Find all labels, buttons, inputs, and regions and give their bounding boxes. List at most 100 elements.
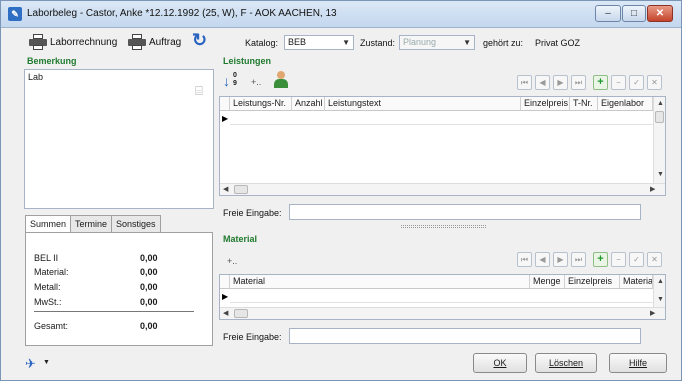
add-material-icon[interactable]: +.. <box>227 256 237 266</box>
ok-button[interactable]: OK <box>473 353 527 373</box>
zustand-select[interactable]: Planung ▼ <box>399 35 475 50</box>
grid-header[interactable]: T-Nr. <box>570 97 598 111</box>
confirm-button[interactable]: ✓ <box>629 252 644 267</box>
grid-header-corner <box>220 275 230 289</box>
sum-value: 0,00 <box>140 253 158 263</box>
katalog-select[interactable]: BEB ▼ <box>284 35 354 50</box>
cancel-button[interactable]: ✕ <box>647 252 662 267</box>
add-button[interactable]: + <box>593 252 608 267</box>
panel-splitter[interactable] <box>401 225 486 228</box>
katalog-value: BEB <box>288 37 307 47</box>
grid-header[interactable]: Einzelpreis <box>521 97 570 111</box>
scroll-down-icon[interactable]: ▼ <box>657 296 664 303</box>
gesamt-value: 0,00 <box>140 321 158 331</box>
grid-header[interactable]: Einzelpreis <box>565 275 620 289</box>
loeschen-label: Löschen <box>548 358 584 368</box>
add-button[interactable]: + <box>593 75 608 90</box>
user-icon[interactable] <box>273 71 289 89</box>
add-leistung-icon[interactable]: +.. <box>251 77 261 87</box>
sort-icon[interactable]: ↓ 0 9 <box>223 72 241 90</box>
gehoert-label: gehört zu: <box>483 38 524 48</box>
toolbar: Laborrechnung Auftrag ↻ Katalog: BEB ▼ Z… <box>1 29 681 55</box>
hilfe-button[interactable]: Hilfe <box>609 353 667 373</box>
grid-header[interactable]: Material <box>230 275 530 289</box>
grid-header[interactable]: Anzahl <box>292 97 325 111</box>
scroll-thumb[interactable] <box>234 309 248 318</box>
close-icon[interactable]: ✕ <box>647 5 673 22</box>
scroll-left-icon[interactable]: ◀ <box>223 309 228 317</box>
grid-header-corner <box>220 97 230 111</box>
scroll-right-icon[interactable]: ▶ <box>650 309 655 317</box>
leistungen-title: Leistungen <box>223 56 272 66</box>
grid-header[interactable]: Leistungs-Nr. <box>230 97 292 111</box>
minimize-icon[interactable]: – <box>595 5 621 22</box>
scroll-up-icon[interactable]: ▲ <box>657 100 664 107</box>
nav-last-button[interactable]: ⏭ <box>571 75 586 90</box>
leistungen-grid[interactable]: Leistungs-Nr. Anzahl Leistungstext Einze… <box>219 96 666 196</box>
sum-divider <box>34 311 194 312</box>
scroll-left-icon[interactable]: ◀ <box>223 185 228 193</box>
laborrechnung-button[interactable]: Laborrechnung <box>29 32 117 52</box>
nav-first-button[interactable]: ⏮ <box>517 252 532 267</box>
tab-sonstiges[interactable]: Sonstiges <box>111 215 161 233</box>
auftrag-button[interactable]: Auftrag <box>128 32 181 52</box>
ok-label: OK <box>493 358 507 368</box>
refresh-icon[interactable]: ↻ <box>192 30 207 50</box>
row-indicator-icon: ▶ <box>222 114 229 123</box>
material-grid[interactable]: Material Menge Einzelpreis Material ▶ ▲ … <box>219 274 666 320</box>
horizontal-scrollbar[interactable]: ◀ ▶ <box>220 183 665 195</box>
grid-header[interactable]: Menge <box>530 275 565 289</box>
nav-next-button[interactable]: ▶ <box>553 75 568 90</box>
remove-button[interactable]: − <box>611 75 626 90</box>
nav-prev-button[interactable]: ◀ <box>535 75 550 90</box>
stamp-icon[interactable]: ⌸ <box>195 83 211 99</box>
laborbeleg-window: ✎ Laborbeleg - Castor, Anke *12.12.1992 … <box>0 0 682 381</box>
nav-next-button[interactable]: ▶ <box>553 252 568 267</box>
nav-prev-button[interactable]: ◀ <box>535 252 550 267</box>
table-row[interactable] <box>230 290 653 303</box>
app-icon: ✎ <box>8 7 22 21</box>
confirm-button[interactable]: ✓ <box>629 75 644 90</box>
maximize-icon[interactable]: □ <box>622 5 646 22</box>
material-title: Material <box>223 234 258 244</box>
sum-value: 0,00 <box>140 297 158 307</box>
sum-label: Metall: <box>34 282 61 292</box>
chevron-down-icon: ▼ <box>342 38 350 47</box>
laborrechnung-label: Laborrechnung <box>50 36 118 48</box>
zustand-label: Zustand: <box>360 38 396 48</box>
window-title: Laborbeleg - Castor, Anke *12.12.1992 (2… <box>27 8 337 19</box>
loeschen-button[interactable]: Löschen <box>535 353 597 373</box>
printer-icon <box>128 34 146 50</box>
nav-first-button[interactable]: ⏮ <box>517 75 532 90</box>
zustand-value: Planung <box>403 37 437 47</box>
pin-menu-icon[interactable]: ✈ ▼ <box>25 355 53 371</box>
material-freie-eingabe-label: Freie Eingabe: <box>223 332 282 342</box>
scroll-right-icon[interactable]: ▶ <box>650 185 655 193</box>
nav-last-button[interactable]: ⏭ <box>571 252 586 267</box>
vertical-scrollbar[interactable]: ▲ ▼ <box>653 97 665 183</box>
sum-value: 0,00 <box>140 267 158 277</box>
sum-label: Material: <box>34 267 69 277</box>
material-freie-eingabe-input[interactable] <box>289 328 641 344</box>
bemerkung-textarea[interactable]: Lab <box>24 69 214 209</box>
scroll-thumb[interactable] <box>655 111 664 123</box>
bemerkung-title: Bemerkung <box>27 56 77 66</box>
summen-panel: BEL II 0,00 Material: 0,00 Metall: 0,00 … <box>25 232 213 346</box>
gehoert-value: Privat GOZ <box>535 38 581 48</box>
scroll-down-icon[interactable]: ▼ <box>657 171 664 178</box>
vertical-scrollbar[interactable]: ▲ ▼ <box>653 275 665 307</box>
leistungen-freie-eingabe-input[interactable] <box>289 204 641 220</box>
grid-header[interactable]: Leistungstext <box>325 97 521 111</box>
cancel-button[interactable]: ✕ <box>647 75 662 90</box>
horizontal-scrollbar[interactable]: ◀ ▶ <box>220 307 665 319</box>
grid-header[interactable]: Eigenlabor <box>598 97 653 111</box>
remove-button[interactable]: − <box>611 252 626 267</box>
table-row[interactable] <box>230 112 653 125</box>
scroll-thumb[interactable] <box>234 185 248 194</box>
katalog-label: Katalog: <box>245 38 279 48</box>
sum-value: 0,00 <box>140 282 158 292</box>
scroll-up-icon[interactable]: ▲ <box>657 278 664 285</box>
grid-header[interactable]: Material <box>620 275 653 289</box>
tab-termine[interactable]: Termine <box>70 215 113 233</box>
leistungen-freie-eingabe-label: Freie Eingabe: <box>223 208 282 218</box>
